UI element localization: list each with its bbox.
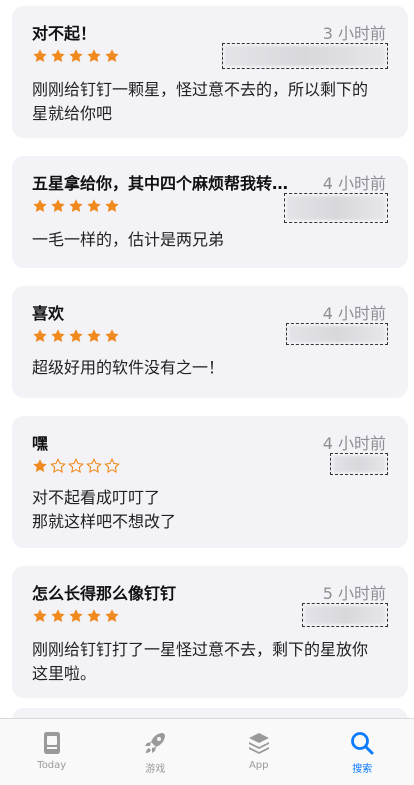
review-body: 刚刚给钉钉打了一星怪过意不去，剩下的星放你 这里啦。 xyxy=(32,640,369,683)
star-filled-icon xyxy=(87,199,101,212)
review-time: 4 小时前 xyxy=(322,304,386,323)
star-filled-icon xyxy=(33,459,47,472)
star-rating xyxy=(32,458,120,474)
tab-label: 游戏 xyxy=(145,764,166,775)
redacted-author xyxy=(330,453,388,475)
star-filled-icon xyxy=(105,609,119,622)
review-card[interactable]: 喜欢 4 小时前 超级好用的软件没有之一！ xyxy=(12,286,408,398)
star-filled-icon xyxy=(69,329,83,342)
tab-games[interactable]: 游戏 xyxy=(104,719,208,785)
review-title: 五星拿给你，其中四个麻烦帮我转交… xyxy=(32,174,290,193)
star-filled-icon xyxy=(69,49,83,62)
star-filled-icon xyxy=(87,49,101,62)
review-body: 超级好用的软件没有之一！ xyxy=(32,358,225,377)
review-card[interactable]: 怎么长得那么像钉钉 5 小时前 刚刚给钉钉打了一星怪过意不去，剩下的星放你 这里… xyxy=(12,566,408,698)
apps-stack-icon xyxy=(248,733,269,754)
star-empty-icon xyxy=(50,458,66,473)
review-card[interactable]: 五星拿给你，其中四个麻烦帮我转交… 4 小时前 一毛一样的，估计是两兄弟 xyxy=(12,156,408,268)
tab-label: Today xyxy=(37,760,67,771)
review-body: 一毛一样的，估计是两兄弟 xyxy=(32,230,225,249)
star-filled-icon xyxy=(105,329,119,342)
redacted-author xyxy=(302,603,388,627)
star-rating xyxy=(32,198,120,214)
star-filled-icon xyxy=(51,609,65,622)
rocket-icon xyxy=(145,733,166,753)
review-time: 4 小时前 xyxy=(322,434,386,453)
review-card[interactable]: 对不起！ 3 小时前 刚刚给钉钉一颗星，怪过意不去的，所以剩下的 星就给你吧 xyxy=(12,6,408,138)
star-filled-icon xyxy=(69,199,83,212)
tab-label: 搜索 xyxy=(352,764,373,775)
star-filled-icon xyxy=(87,609,101,622)
star-empty-icon xyxy=(86,458,102,473)
review-title: 喜欢 xyxy=(32,304,65,323)
star-filled-icon xyxy=(51,199,65,212)
star-filled-icon xyxy=(69,609,83,622)
review-body: 刚刚给钉钉一颗星，怪过意不去的，所以剩下的 星就给你吧 xyxy=(32,80,369,123)
star-filled-icon xyxy=(33,329,47,342)
review-title: 怎么长得那么像钉钉 xyxy=(32,584,177,603)
star-empty-icon xyxy=(104,458,120,473)
review-title: 对不起！ xyxy=(32,24,97,43)
redacted-author xyxy=(286,323,388,345)
star-rating xyxy=(32,48,120,64)
star-empty-icon xyxy=(68,458,84,473)
review-card[interactable]: 嘿 4 小时前 对不起看成叮叮了 那就这样吧不想改了 xyxy=(12,416,408,548)
review-time: 3 小时前 xyxy=(322,24,386,43)
today-icon xyxy=(43,732,60,754)
tab-apps[interactable]: App xyxy=(207,719,311,785)
star-filled-icon xyxy=(87,329,101,342)
star-filled-icon xyxy=(33,49,47,62)
star-filled-icon xyxy=(33,199,47,212)
tab-bar: Today 游戏 App 搜索 xyxy=(0,718,414,785)
star-filled-icon xyxy=(105,49,119,62)
review-body: 对不起看成叮叮了 那就这样吧不想改了 xyxy=(32,488,177,531)
review-time: 5 小时前 xyxy=(322,584,386,603)
star-filled-icon xyxy=(51,49,65,62)
search-icon xyxy=(351,732,374,755)
redacted-author xyxy=(222,43,388,69)
review-time: 4 小时前 xyxy=(322,174,386,193)
tab-search[interactable]: 搜索 xyxy=(311,719,414,785)
review-title: 嘿 xyxy=(32,434,49,453)
tab-label: App xyxy=(248,760,269,771)
star-filled-icon xyxy=(33,609,47,622)
star-filled-icon xyxy=(105,199,119,212)
star-filled-icon xyxy=(51,329,65,342)
redacted-author xyxy=(284,193,388,223)
tab-today[interactable]: Today xyxy=(0,719,104,785)
star-rating xyxy=(32,608,120,624)
star-rating xyxy=(32,328,120,344)
